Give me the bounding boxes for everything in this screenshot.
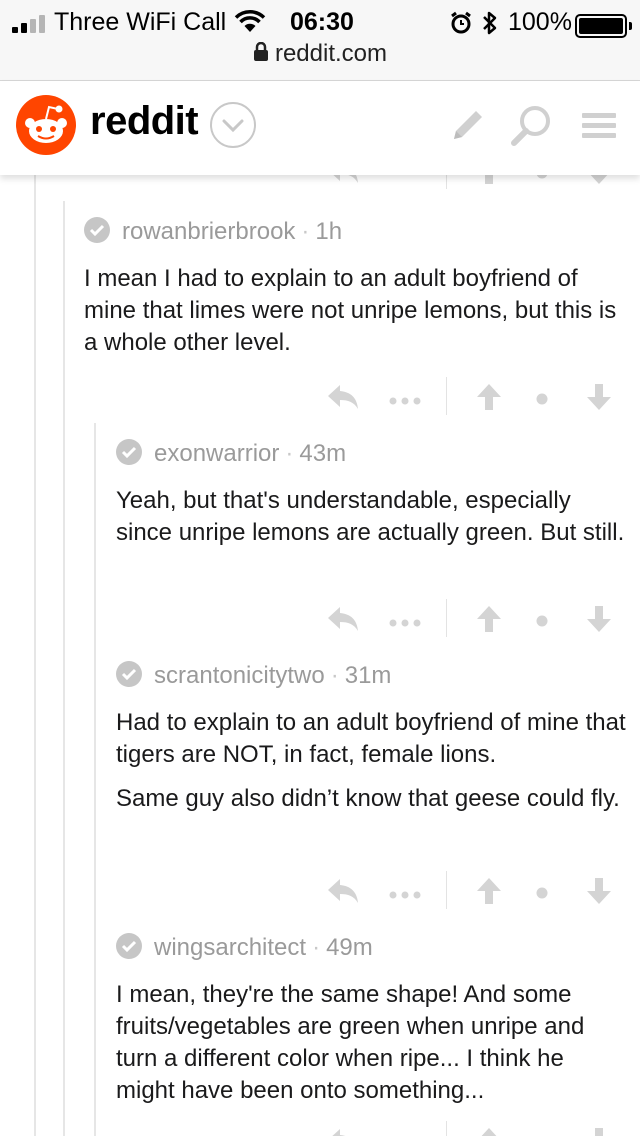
alarm-icon bbox=[450, 11, 472, 40]
comment-author[interactable]: rowanbrierbrook bbox=[122, 218, 295, 245]
comment-author[interactable]: exonwarrior bbox=[154, 440, 279, 467]
divider bbox=[446, 175, 447, 189]
more-options-icon[interactable] bbox=[388, 615, 422, 633]
comment-time: 49m bbox=[326, 934, 373, 961]
vote-dot-icon bbox=[536, 886, 548, 904]
comment-meta: rowanbrierbrook · 1h bbox=[84, 217, 342, 246]
comment-time: 43m bbox=[299, 440, 347, 467]
comment-thread[interactable]: rowanbrierbrook · 1h I mean I had to expla… bbox=[0, 175, 640, 1136]
chevron-down-icon[interactable] bbox=[210, 102, 256, 148]
reddit-wordmark[interactable]: reddit bbox=[90, 99, 199, 144]
lock-icon bbox=[253, 41, 269, 67]
thread-line bbox=[34, 175, 36, 1136]
comment-actions bbox=[326, 1121, 616, 1136]
comment-text: I mean, they're the same shape! And some… bbox=[116, 981, 585, 1104]
signal-strength-icon bbox=[12, 15, 52, 33]
battery-icon bbox=[575, 14, 632, 38]
comment-time: 31m bbox=[344, 662, 392, 689]
divider bbox=[446, 599, 447, 637]
divider bbox=[446, 1121, 447, 1136]
url-text: reddit.com bbox=[274, 40, 388, 67]
downvote-icon[interactable] bbox=[586, 605, 612, 638]
comment-meta: wingsarchitect · 49m bbox=[116, 933, 373, 962]
comment-body: I mean, they're the same shape! And some… bbox=[116, 979, 626, 1119]
upvote-icon[interactable] bbox=[476, 1127, 502, 1136]
more-options-icon[interactable] bbox=[388, 175, 422, 181]
more-options-icon[interactable] bbox=[388, 887, 422, 905]
comment-author[interactable]: scrantonicitytwo bbox=[154, 662, 325, 689]
divider bbox=[446, 377, 447, 415]
upvote-icon[interactable] bbox=[476, 175, 502, 190]
reply-icon[interactable] bbox=[326, 605, 360, 638]
downvote-icon[interactable] bbox=[586, 383, 612, 416]
comment-body: Yeah, but that's understandable, especia… bbox=[116, 485, 626, 561]
comment-meta: exonwarrior · 43m bbox=[116, 439, 346, 468]
reply-icon[interactable] bbox=[326, 877, 360, 910]
pencil-icon[interactable] bbox=[446, 103, 490, 152]
comment-actions bbox=[326, 871, 616, 917]
comment-body: Had to explain to an adult boyfriend of … bbox=[116, 707, 626, 827]
vote-dot-icon bbox=[536, 392, 548, 410]
comment-meta: scrantonicitytwo · 31m bbox=[116, 661, 391, 690]
collapse-check-icon[interactable] bbox=[84, 217, 110, 243]
comment-actions bbox=[326, 599, 616, 645]
battery-percentage: 100% bbox=[508, 8, 572, 36]
reddit-header: reddit bbox=[0, 81, 640, 175]
status-row: Three WiFi Call 06:30 100% bbox=[0, 6, 640, 38]
collapse-check-icon[interactable] bbox=[116, 439, 142, 465]
address-bar[interactable]: reddit.com bbox=[0, 40, 640, 70]
vote-dot-icon bbox=[536, 175, 548, 184]
carrier-name: Three WiFi Call bbox=[54, 8, 227, 36]
comment-text: Had to explain to an adult boyfriend of … bbox=[116, 709, 626, 768]
browser-status-bar: Three WiFi Call 06:30 100% reddit.com bbox=[0, 0, 640, 81]
upvote-icon[interactable] bbox=[476, 605, 502, 638]
collapse-check-icon[interactable] bbox=[116, 933, 142, 959]
downvote-icon[interactable] bbox=[586, 1127, 612, 1136]
comment-body: I mean I had to explain to an adult boyf… bbox=[84, 263, 624, 371]
reply-icon[interactable] bbox=[326, 175, 360, 190]
upvote-icon[interactable] bbox=[476, 877, 502, 910]
divider bbox=[446, 871, 447, 909]
thread-line bbox=[94, 423, 96, 1136]
downvote-icon[interactable] bbox=[586, 175, 612, 190]
comment-actions bbox=[326, 377, 616, 423]
snoo-logo-icon[interactable] bbox=[16, 95, 76, 155]
more-options-icon[interactable] bbox=[388, 393, 422, 411]
comment-text: Yeah, but that's understandable, especia… bbox=[116, 487, 625, 546]
comment-text: I mean I had to explain to an adult boyf… bbox=[84, 265, 617, 356]
reply-icon[interactable] bbox=[326, 1127, 360, 1136]
wifi-icon bbox=[234, 10, 266, 39]
reply-icon[interactable] bbox=[326, 383, 360, 416]
clock-time: 06:30 bbox=[290, 8, 354, 36]
comment-time: 1h bbox=[315, 218, 343, 245]
bluetooth-icon bbox=[481, 10, 499, 41]
vote-dot-icon bbox=[536, 614, 548, 632]
collapse-check-icon[interactable] bbox=[116, 661, 142, 687]
search-icon[interactable] bbox=[508, 103, 554, 154]
comment-actions bbox=[326, 175, 616, 197]
thread-line bbox=[63, 201, 65, 1136]
upvote-icon[interactable] bbox=[476, 383, 502, 416]
downvote-icon[interactable] bbox=[586, 877, 612, 910]
menu-icon[interactable] bbox=[580, 103, 618, 152]
comment-author[interactable]: wingsarchitect bbox=[154, 934, 306, 961]
comment-text: Same guy also didn’t know that geese cou… bbox=[116, 785, 620, 812]
